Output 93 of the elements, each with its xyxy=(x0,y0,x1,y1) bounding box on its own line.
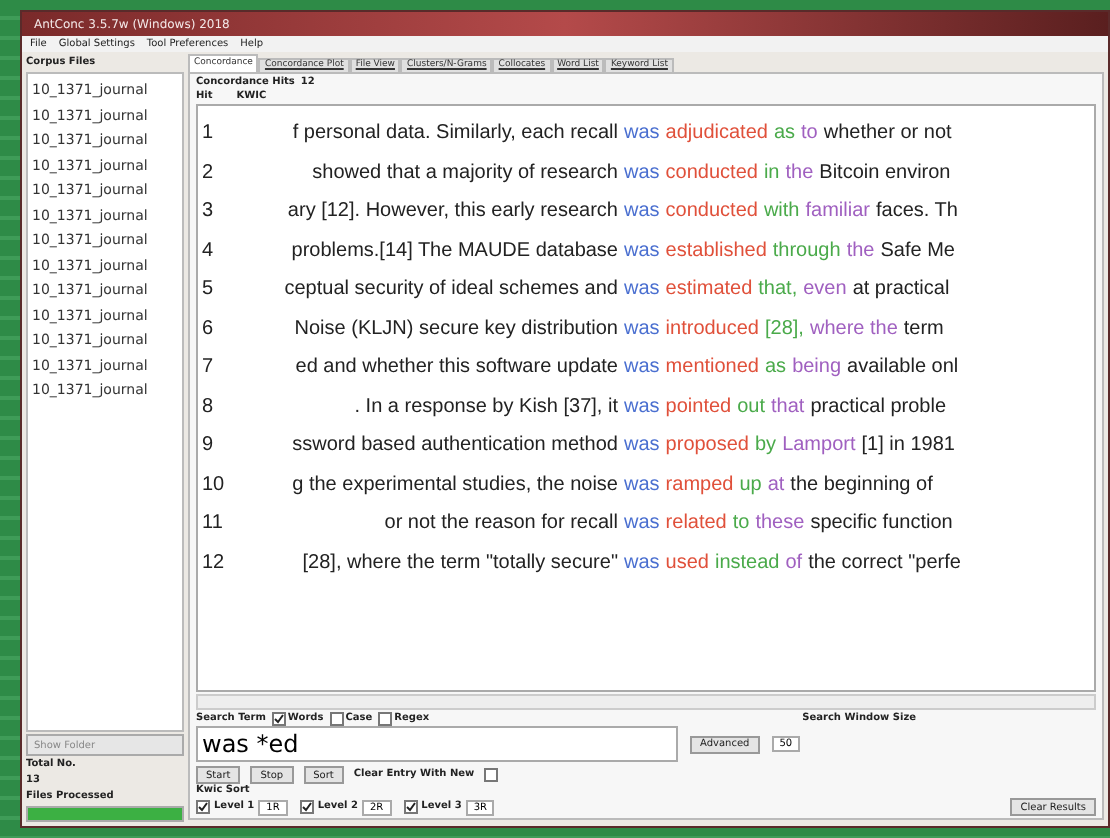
keyword: conducted xyxy=(665,161,758,184)
keyword: was xyxy=(624,551,660,574)
keyword: of xyxy=(785,551,803,574)
checkbox[interactable] xyxy=(484,768,499,782)
search-field[interactable]: was *ed xyxy=(196,726,678,762)
left-context: or not the reason for recall xyxy=(384,512,618,535)
keyword: the xyxy=(785,161,814,184)
right-context: faces. Th xyxy=(875,200,958,223)
line-number: 6 xyxy=(200,317,216,340)
right-context: at practical xyxy=(852,278,950,301)
keyword: where the xyxy=(809,317,898,340)
left-context: g the experimental studies, the noise xyxy=(292,473,618,496)
right-context: practical proble xyxy=(810,395,947,418)
keyword: in xyxy=(763,161,780,184)
keyword: was xyxy=(624,161,660,184)
keyword: through xyxy=(772,239,841,262)
keyword: used xyxy=(665,551,709,574)
right-context: term xyxy=(903,317,944,340)
keyword: estimated xyxy=(665,278,753,301)
keyword: to xyxy=(801,122,818,145)
line-number: 8 xyxy=(200,395,216,418)
line-number: 2 xyxy=(200,161,216,184)
keyword: with xyxy=(763,200,800,223)
horizontal-scrollbar[interactable] xyxy=(196,694,1096,710)
line-number: 7 xyxy=(200,356,216,379)
keyword: proposed xyxy=(665,434,749,457)
keyword: was xyxy=(624,239,660,262)
keyword: ramped xyxy=(665,473,734,496)
checkbox[interactable] xyxy=(378,712,393,726)
right-context: [1] in 1981 xyxy=(861,434,955,457)
right-context: available onl xyxy=(847,356,959,379)
line-number: 5 xyxy=(200,278,216,301)
keyword: established xyxy=(665,239,767,262)
keyword: was xyxy=(624,278,660,301)
keyword: mentioned xyxy=(665,356,759,379)
keyword: at xyxy=(767,473,785,496)
keyword: that, xyxy=(758,278,798,301)
keyword: familiar xyxy=(805,200,870,223)
keyword: related xyxy=(665,512,727,535)
checkbox[interactable] xyxy=(403,800,418,814)
keyword: pointed xyxy=(665,395,732,418)
checkbox[interactable] xyxy=(271,712,286,726)
checkbox[interactable] xyxy=(329,712,344,726)
keyword: conducted xyxy=(665,200,758,223)
keyword: that xyxy=(771,395,805,418)
keyword: up xyxy=(739,473,762,496)
keyword: to xyxy=(732,512,750,535)
keyword: as xyxy=(773,122,796,145)
right-context: Bitcoin environ xyxy=(819,161,951,184)
left-context: ary [12]. However, this early research xyxy=(287,200,618,223)
keyword: [28], xyxy=(765,317,804,340)
line-number: 3 xyxy=(200,200,216,223)
keyword: adjudicated xyxy=(665,122,768,145)
keyword: was xyxy=(624,512,660,535)
right-context: Safe Me xyxy=(880,239,955,262)
keyword: even xyxy=(803,278,847,301)
keyword: the xyxy=(846,239,875,262)
keyword: as xyxy=(765,356,787,379)
left-context: Noise (KLJN) secure key distribution xyxy=(294,317,618,340)
keyword: was xyxy=(624,473,660,496)
left-context: f personal data. Similarly, each recall xyxy=(292,122,618,145)
left-context: . In a response by Kish [37], it xyxy=(354,395,618,418)
line-number: 1 xyxy=(200,122,216,145)
left-context: showed that a majority of research xyxy=(312,161,618,184)
keyword: was xyxy=(624,122,660,145)
keyword: was xyxy=(624,200,660,223)
line-number: 9 xyxy=(200,434,216,457)
checkbox[interactable] xyxy=(196,800,210,814)
keyword: these xyxy=(755,512,805,535)
left-context: problems.[14] The MAUDE database xyxy=(291,239,618,262)
keyword: being xyxy=(792,356,842,379)
keyword: was xyxy=(624,434,660,457)
line-number: 10 xyxy=(200,473,227,496)
keyword: was xyxy=(624,317,660,340)
keyword: out xyxy=(737,395,766,418)
line-number: 11 xyxy=(200,512,225,535)
left-context: ceptual security of ideal schemes and xyxy=(284,278,618,301)
left-context: [28], where the term "totally secure" xyxy=(302,551,618,574)
line-number: 12 xyxy=(200,551,227,574)
right-context: specific function xyxy=(810,512,953,535)
line-number: 4 xyxy=(200,239,216,262)
right-context: the correct "perfe xyxy=(808,551,961,574)
keyword: Lamport xyxy=(782,434,856,457)
right-context: the beginning of xyxy=(790,473,933,496)
keyword: introduced xyxy=(665,317,759,340)
left-context: ed and whether this software update xyxy=(295,356,618,379)
keyword: by xyxy=(755,434,777,457)
keyword: was xyxy=(624,395,660,418)
left-context: ssword based authentication method xyxy=(292,434,618,457)
checkbox[interactable] xyxy=(299,800,314,814)
right-context: whether or not xyxy=(823,122,952,145)
keyword: was xyxy=(624,356,660,379)
keyword: instead xyxy=(714,551,780,574)
